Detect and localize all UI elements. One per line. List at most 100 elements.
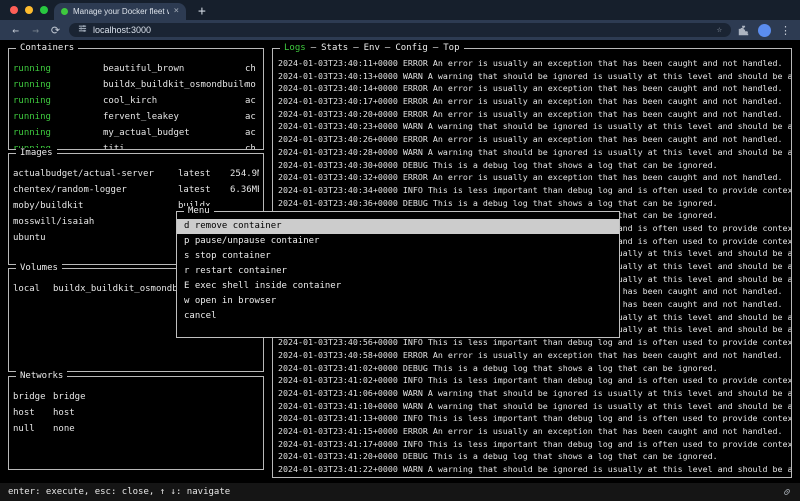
forward-button[interactable]: → (29, 25, 42, 36)
log-timestamp: 2024-01-03T23:41:17+0000 (278, 439, 398, 449)
image-name: moby/buildkit (13, 198, 178, 214)
window-minimize-button[interactable] (25, 6, 33, 14)
log-line: 2024-01-03T23:41:22+0000 WARN A warning … (278, 463, 791, 476)
log-message: An error is usually an exception that ha… (433, 58, 783, 68)
menu-item[interactable]: r restart container (177, 264, 619, 279)
log-line: 2024-01-03T23:40:20+0000 ERROR An error … (278, 108, 791, 121)
extensions-puzzle-icon[interactable] (738, 21, 749, 40)
menu-item[interactable]: w open in browser (177, 294, 619, 309)
log-message: This is a debug log that shows a log tha… (433, 451, 718, 461)
container-row[interactable]: running cool_kirch ac (9, 93, 263, 109)
network-driver: bridge (53, 389, 259, 405)
logs-tab-item[interactable]: Logs (284, 43, 306, 54)
log-level: WARN (403, 71, 423, 81)
log-line: 2024-01-03T23:41:15+0000 ERROR An error … (278, 425, 791, 438)
networks-list: bridge bridge host host null none (9, 377, 263, 469)
log-timestamp: 2024-01-03T23:40:28+0000 (278, 147, 398, 157)
logs-tab-item[interactable]: — (433, 43, 438, 54)
browser-menu-icon[interactable]: ⋮ (780, 25, 791, 36)
log-level: ERROR (403, 83, 428, 93)
container-row[interactable]: running fervent_leakey ac (9, 109, 263, 125)
browser-tab[interactable]: Manage your Docker fleet w × (54, 3, 186, 20)
log-level: ERROR (403, 58, 428, 68)
image-size: 6.36MB (230, 182, 259, 198)
log-message: An error is usually an exception that ha… (433, 109, 783, 119)
profile-avatar[interactable] (758, 24, 771, 37)
container-row[interactable]: running my_actual_budget ac (9, 125, 263, 141)
container-image: mo (245, 77, 259, 93)
menu-item[interactable]: p pause/unpause container (177, 234, 619, 249)
log-line: 2024-01-03T23:40:26+0000 ERROR An error … (278, 133, 791, 146)
log-line: 2024-01-03T23:41:13+0000 INFO This is le… (278, 412, 791, 425)
log-level: ERROR (403, 96, 428, 106)
image-tag: latest (178, 166, 230, 182)
logs-tab-item[interactable]: Env (364, 43, 380, 54)
container-row[interactable]: running beautiful_brown ch (9, 61, 263, 77)
new-tab-button[interactable]: + (198, 5, 206, 18)
container-state: running (13, 109, 103, 125)
window-zoom-button[interactable] (40, 6, 48, 14)
network-driver: host (53, 405, 259, 421)
logs-tab-item[interactable]: — (385, 43, 390, 54)
network-row[interactable]: null none (9, 421, 263, 437)
bookmark-star-icon[interactable]: ☆ (717, 26, 722, 35)
networks-panel-title: Networks (16, 371, 67, 382)
container-image: ch (245, 61, 259, 77)
reload-button[interactable]: ⟳ (49, 25, 62, 36)
image-row[interactable]: actualbudget/actual-server latest 254.9M… (9, 166, 263, 182)
network-row[interactable]: bridge bridge (9, 389, 263, 405)
log-line: 2024-01-03T23:41:02+0000 INFO This is le… (278, 374, 791, 387)
log-line: 2024-01-03T23:40:58+0000 ERROR An error … (278, 349, 791, 362)
log-timestamp: 2024-01-03T23:40:13+0000 (278, 71, 398, 81)
browser-toolbar: ← → ⟳ localhost:3000 ☆ ⋮ (0, 20, 800, 40)
log-message: A warning that should be ignored is usua… (428, 71, 791, 81)
container-name: fervent_leakey (103, 109, 245, 125)
log-message: A warning that should be ignored is usua… (428, 121, 791, 131)
container-image: ac (245, 93, 259, 109)
image-name: chentex/random-logger (13, 182, 178, 198)
log-message: A warning that should be ignored is usua… (428, 464, 791, 474)
menu-item[interactable]: d remove container (177, 219, 619, 234)
container-name: my_actual_budget (103, 125, 245, 141)
menu-item[interactable]: cancel (177, 309, 619, 324)
log-timestamp: 2024-01-03T23:40:17+0000 (278, 96, 398, 106)
log-level: INFO (403, 337, 423, 347)
log-message: This is less important than debug log an… (428, 439, 791, 449)
network-name: bridge (13, 389, 53, 405)
log-line: 2024-01-03T23:40:34+0000 INFO This is le… (278, 184, 791, 197)
image-size: 254.9MB (230, 166, 259, 182)
site-info-icon[interactable] (78, 24, 87, 36)
image-row[interactable]: chentex/random-logger latest 6.36MB (9, 182, 263, 198)
logs-tab-item[interactable]: — (353, 43, 358, 54)
log-message: An error is usually an exception that ha… (433, 96, 783, 106)
network-row[interactable]: host host (9, 405, 263, 421)
logs-tab-item[interactable]: Config (395, 43, 428, 54)
log-message: This is a debug log that shows a log tha… (433, 160, 718, 170)
logs-tab-item[interactable]: — (311, 43, 316, 54)
toolbar-icons: ⋮ (738, 21, 791, 40)
window-controls (10, 6, 48, 14)
log-message: This is less important than debug log an… (428, 375, 791, 385)
log-level: WARN (403, 464, 423, 474)
menu-item[interactable]: s stop container (177, 249, 619, 264)
status-hints: enter: execute, esc: close, ↑ ↓: navigat… (8, 487, 230, 497)
menu-item[interactable]: E exec shell inside container (177, 279, 619, 294)
log-message: This is less important than debug log an… (428, 413, 791, 423)
log-level: WARN (403, 401, 423, 411)
image-tag: latest (178, 182, 230, 198)
networks-panel: Networks bridge bridge host host null no… (8, 376, 264, 470)
containers-list: running beautiful_brown ch running build… (9, 49, 263, 149)
log-timestamp: 2024-01-03T23:40:58+0000 (278, 350, 398, 360)
window-close-button[interactable] (10, 6, 18, 14)
back-button[interactable]: ← (9, 25, 22, 36)
log-message: This is less important than debug log an… (428, 185, 791, 195)
log-level: DEBUG (403, 451, 428, 461)
container-row[interactable]: running buildx_buildkit_osmondbuilder0 m… (9, 77, 263, 93)
address-bar[interactable]: localhost:3000 ☆ (69, 23, 731, 37)
containers-panel-title: Containers (16, 43, 78, 54)
network-name: host (13, 405, 53, 421)
status-bar: enter: execute, esc: close, ↑ ↓: navigat… (0, 483, 800, 501)
logs-tab-item[interactable]: Stats (321, 43, 348, 54)
logs-tab-item[interactable]: Top (443, 43, 459, 54)
tab-close-icon[interactable]: × (174, 7, 179, 16)
